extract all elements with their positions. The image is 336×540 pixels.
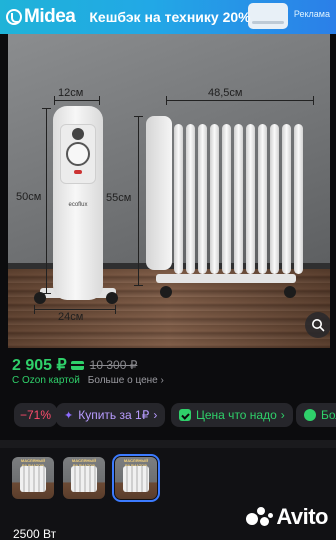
heater-fin (186, 124, 195, 274)
wheel-icon (106, 292, 118, 304)
ozon-card-label: С Ozon картой (12, 375, 80, 386)
ad-label: Реклама (293, 9, 330, 19)
heater-fin (258, 124, 267, 274)
banner-headline: Кешбэк на технику 20% (89, 9, 251, 25)
air-conditioner-icon (248, 3, 288, 29)
section-divider (0, 440, 336, 448)
discount-chip[interactable]: −71% (14, 403, 58, 427)
heater-side-view (146, 116, 306, 276)
more-about-price-label: Больше о цене (87, 375, 158, 386)
card-icon (70, 360, 84, 370)
heater-fin (174, 124, 183, 274)
radiator-image (123, 466, 149, 492)
heater-fin (234, 124, 243, 274)
radiator-image (20, 466, 46, 492)
product-photo[interactable]: ecoflux 12см 48,5см 50см 55см 24см (8, 34, 330, 348)
price-details-row: С Ozon картой Больше о цене › (12, 375, 164, 386)
chevron-right-icon: › (160, 375, 164, 386)
buy-for-1-label: Купить за 1₽ (78, 408, 150, 422)
width-dimension-line (166, 96, 314, 105)
zoom-icon (312, 319, 325, 332)
front-height-dimension-line (42, 108, 51, 294)
heater-fin (294, 124, 303, 274)
brand-name: Midea (24, 6, 76, 27)
side-height-dimension-line (134, 116, 143, 286)
brand-logo: Midea (6, 6, 76, 28)
zoom-button[interactable] (305, 312, 330, 338)
width-dimension: 48,5см (208, 87, 243, 99)
screen: Midea Кешбэк на технику 20% Реклама ecof… (0, 0, 336, 540)
variant-thumbnail[interactable]: МАСЛЯНЫЙ РАДИАТОР (63, 457, 105, 499)
front-height-dimension: 50см (16, 191, 42, 203)
current-price: 2 905 ₽ (12, 357, 67, 374)
heater-fin (210, 124, 219, 274)
heater-fin (246, 124, 255, 274)
heater-front-view: ecoflux (53, 106, 103, 300)
indicator-lamp-icon (74, 170, 82, 174)
heater-brand-label: ecoflux (68, 202, 88, 208)
power-knob-icon (72, 128, 84, 140)
radiator-image (71, 466, 97, 492)
price-row: 2 905 ₽ 10 300 ₽ (12, 355, 137, 375)
depth-dimension: 12см (58, 87, 84, 99)
base-width-dimension-line (34, 305, 116, 314)
heater-fin (270, 124, 279, 274)
avito-logo-icon (246, 507, 274, 527)
side-heater-foot (156, 274, 296, 283)
thermostat-dial-icon (66, 142, 90, 166)
avito-watermark: Avito (246, 504, 328, 530)
depth-dimension-line (54, 96, 100, 105)
wheel-icon (160, 286, 172, 298)
old-price: 10 300 ₽ (89, 358, 138, 372)
midea-logo-icon (6, 9, 22, 25)
good-price-label: Цена что надо (196, 408, 277, 422)
promo-chips: −71% ✦ Купить за 1₽ › Цена что надо › Бо… (0, 400, 336, 430)
variant-thumbnails: МАСЛЯНЫЙ РАДИАТОР МАСЛЯНЫЙ РАДИАТОР МАСЛ… (0, 448, 336, 540)
chevron-right-icon: › (153, 408, 158, 422)
wheel-icon (284, 286, 296, 298)
avito-wordmark: Avito (276, 504, 328, 529)
more-chip-label: Бол (321, 408, 336, 422)
heater-fin (222, 124, 231, 274)
badge-icon (304, 409, 316, 421)
more-chip[interactable]: Бол (296, 403, 336, 427)
sparkle-icon: ✦ (64, 409, 74, 422)
variant-thumbnail[interactable]: МАСЛЯНЫЙ РАДИАТОР (12, 457, 54, 499)
chevron-right-icon: › (280, 408, 285, 422)
promo-banner[interactable]: Midea Кешбэк на технику 20% Реклама (0, 0, 336, 34)
heater-side-body (146, 116, 172, 270)
heater-fin (198, 124, 207, 274)
buy-for-1-chip[interactable]: ✦ Купить за 1₽ › (56, 403, 166, 427)
check-badge-icon (179, 409, 191, 421)
variant-thumbnail-selected[interactable]: МАСЛЯНЫЙ РАДИАТОР (112, 454, 160, 502)
variant-power-label: 2500 Вт (13, 527, 57, 540)
heater-fin (282, 124, 291, 274)
base-width-dimension: 24см (58, 311, 84, 323)
side-height-dimension: 55см (106, 192, 132, 204)
good-price-chip[interactable]: Цена что надо › (171, 403, 293, 427)
more-about-price-link[interactable]: Больше о цене › (88, 375, 164, 386)
